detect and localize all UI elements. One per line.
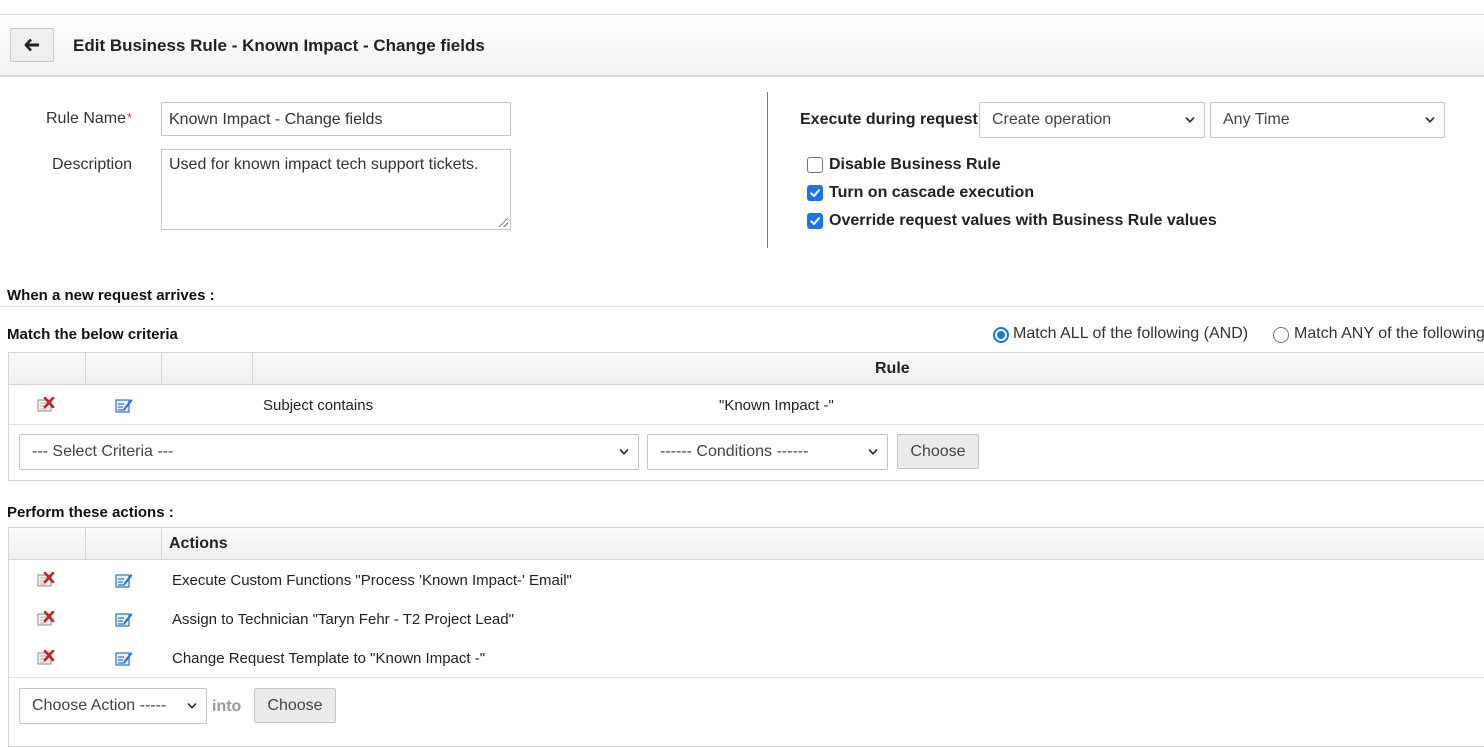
select-criteria-dropdown[interactable]: --- Select Criteria ---	[19, 434, 639, 470]
request-arrives-heading: When a new request arrives :	[7, 287, 215, 304]
match-any-radio[interactable]	[1273, 327, 1289, 343]
row-divider	[9, 677, 1484, 678]
row-divider	[9, 424, 1484, 425]
rule-name-label: Rule Name*	[46, 110, 132, 128]
operation-select-value: Create operation	[992, 111, 1112, 128]
delete-icon[interactable]	[37, 611, 55, 627]
criteria-table: Rule Subject contains "Known Impact -" -…	[8, 352, 1484, 481]
section-divider	[0, 306, 1484, 307]
chevron-down-icon	[1185, 115, 1195, 125]
page-header: Edit Business Rule - Known Impact - Chan…	[0, 15, 1484, 77]
choose-criteria-button[interactable]: Choose	[897, 434, 979, 469]
chevron-down-icon	[619, 447, 629, 457]
criteria-table-header: Rule	[9, 353, 1484, 385]
resize-handle-icon[interactable]	[499, 218, 508, 227]
delete-icon[interactable]	[37, 650, 55, 666]
disable-business-rule-label: Disable Business Rule	[829, 156, 1001, 173]
description-text: Used for known impact tech support ticke…	[169, 156, 479, 173]
match-criteria-heading: Match the below criteria	[7, 326, 178, 343]
operation-select[interactable]: Create operation	[979, 102, 1205, 138]
action-item: Change Request Template to "Known Impact…	[172, 650, 486, 667]
match-any-label: Match ANY of the following (OR)	[1294, 325, 1484, 342]
time-select[interactable]: Any Time	[1210, 102, 1445, 138]
select-criteria-value: --- Select Criteria ---	[32, 443, 174, 460]
delete-icon[interactable]	[37, 397, 55, 413]
criteria-field: Subject contains	[263, 397, 374, 414]
column-divider	[161, 353, 162, 385]
delete-icon[interactable]	[37, 572, 55, 588]
description-label: Description	[52, 156, 133, 173]
into-label: into	[212, 698, 242, 715]
cascade-execution-checkbox[interactable]	[807, 185, 823, 201]
edit-icon[interactable]	[115, 650, 133, 666]
perform-actions-heading: Perform these actions :	[7, 504, 174, 521]
chevron-down-icon	[868, 447, 878, 457]
chevron-down-icon	[187, 701, 197, 711]
choose-action-dropdown[interactable]: Choose Action -----	[19, 688, 207, 724]
arrow-left-icon	[24, 38, 39, 52]
checkmark-icon	[809, 215, 821, 227]
rule-name-label-text: Rule Name	[46, 110, 127, 127]
actions-table: Actions Execute Custom Functions "Proces…	[8, 527, 1484, 747]
override-values-checkbox[interactable]	[807, 213, 823, 229]
column-divider	[161, 528, 162, 560]
back-button[interactable]	[10, 28, 54, 62]
chevron-down-icon	[1425, 115, 1435, 125]
action-item: Assign to Technician "Taryn Fehr - T2 Pr…	[172, 611, 514, 628]
disable-business-rule-checkbox[interactable]	[807, 157, 823, 173]
choose-action-button[interactable]: Choose	[254, 688, 336, 723]
description-textarea[interactable]: Used for known impact tech support ticke…	[161, 149, 511, 230]
match-all-label: Match ALL of the following (AND)	[1013, 325, 1249, 342]
conditions-dropdown[interactable]: ------ Conditions ------	[647, 434, 888, 470]
checkmark-icon	[809, 187, 821, 199]
page-title: Edit Business Rule - Known Impact - Chan…	[73, 36, 485, 55]
execute-during-request-label: Execute during request	[800, 111, 978, 128]
rule-name-input[interactable]: Known Impact - Change fields	[161, 102, 511, 136]
rule-column-header: Rule	[875, 360, 910, 377]
cascade-execution-label: Turn on cascade execution	[829, 184, 1035, 201]
override-values-label: Override request values with Business Ru…	[829, 212, 1217, 229]
actions-table-header: Actions	[9, 528, 1484, 560]
time-select-value: Any Time	[1223, 111, 1290, 128]
vertical-divider	[767, 92, 768, 248]
edit-icon[interactable]	[115, 611, 133, 627]
edit-icon[interactable]	[115, 572, 133, 588]
column-divider	[85, 528, 86, 560]
conditions-value: ------ Conditions ------	[660, 443, 809, 460]
criteria-value: "Known Impact -"	[719, 397, 834, 414]
edit-icon[interactable]	[115, 397, 133, 413]
choose-action-value: Choose Action -----	[32, 697, 167, 714]
match-all-radio[interactable]	[993, 327, 1009, 343]
column-divider	[252, 353, 253, 385]
action-item: Execute Custom Functions "Process 'Known…	[172, 572, 572, 589]
column-divider	[85, 353, 86, 385]
actions-column-header: Actions	[169, 535, 228, 552]
required-marker: *	[127, 110, 133, 125]
